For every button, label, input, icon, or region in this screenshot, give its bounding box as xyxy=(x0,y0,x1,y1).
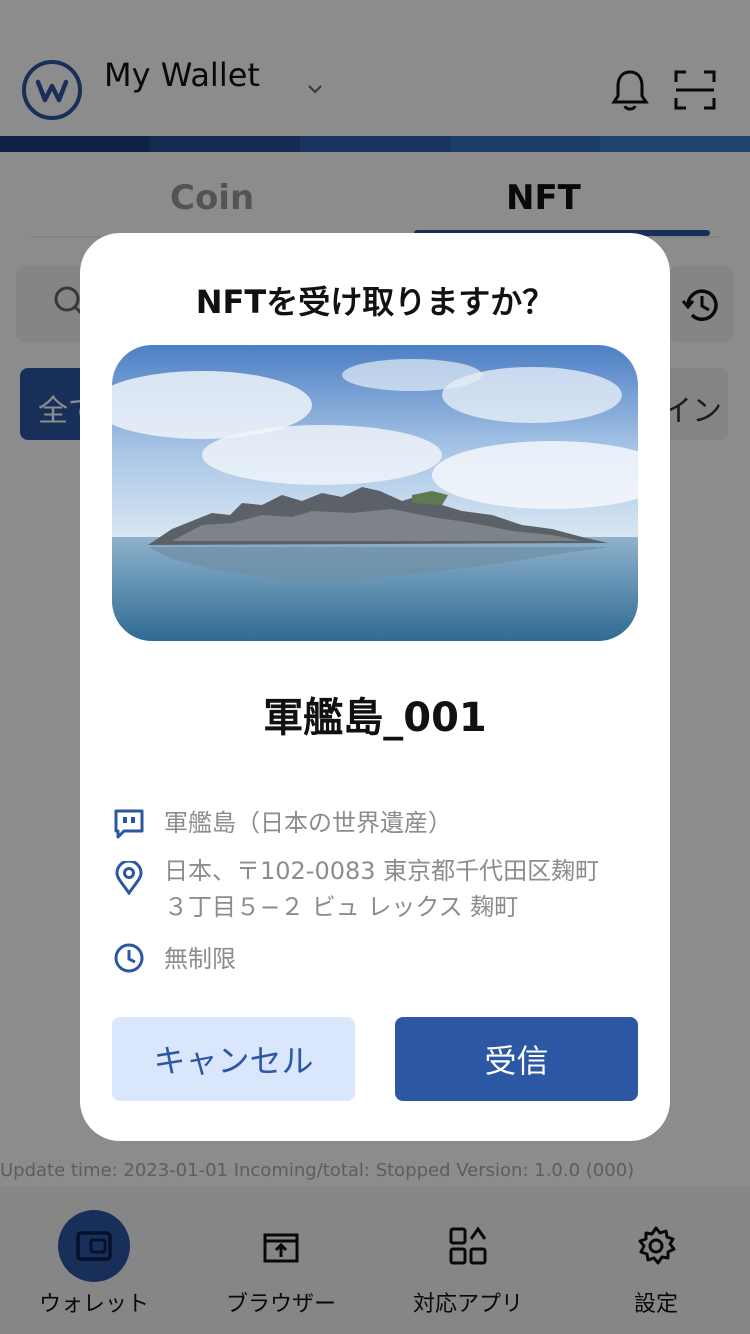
cancel-button[interactable]: キャンセル xyxy=(112,1017,355,1101)
location-pin-icon xyxy=(115,861,143,895)
nft-address-line1: 日本、〒102-0083 東京都千代田区麹町 xyxy=(164,857,600,885)
nft-image xyxy=(112,345,638,641)
receive-button[interactable]: 受信 xyxy=(395,1017,638,1101)
clock-icon xyxy=(114,943,144,973)
receive-nft-dialog: NFTを受け取りますか？ 軍艦島_001 軍艦島（日本の世界遺産） 日本、〒10… xyxy=(80,233,670,1141)
dialog-title: NFTを受け取りますか？ xyxy=(195,283,555,321)
wallet-app: My Wallet Coin NFT 全て イン Update time: 20… xyxy=(0,0,750,1334)
comment-quote-icon xyxy=(114,809,144,839)
nft-address-line2: ３丁目５−２ ビュ レックス 麹町 xyxy=(164,893,519,921)
nft-name: 軍艦島_001 xyxy=(263,695,487,741)
nft-description: 軍艦島（日本の世界遺産） xyxy=(164,809,452,837)
nft-validity: 無制限 xyxy=(164,945,236,973)
